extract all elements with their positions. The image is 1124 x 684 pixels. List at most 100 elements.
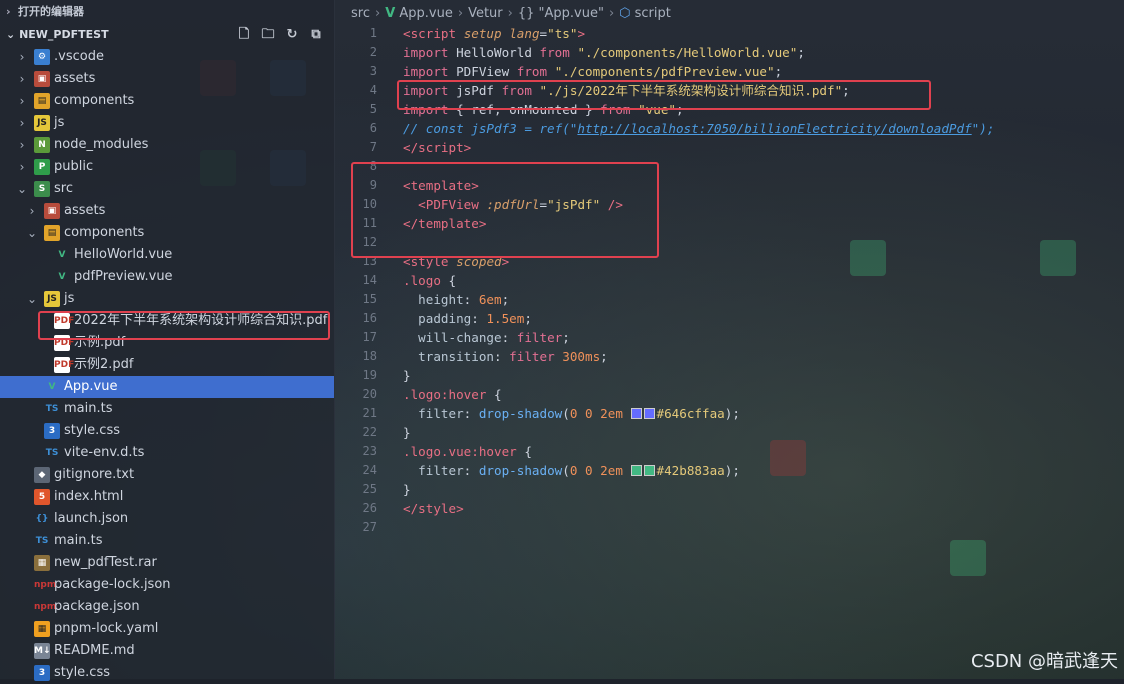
code-line[interactable]: 1 <script setup lang="ts"> [335,24,1124,43]
chevron-right-icon: › [608,6,615,21]
tree-item-label: assets [64,203,106,218]
tree-item[interactable]: ⌄ JS js [0,288,334,310]
tree-item[interactable]: ⌄ Ssrc [0,178,334,200]
tree-item[interactable]: V HelloWorld.vue [0,244,334,266]
breadcrumb-file[interactable]: App.vue [399,6,452,21]
code-line[interactable]: 8 [335,157,1124,176]
code-line[interactable]: 3 import PDFView from "./components/pdfPr… [335,62,1124,81]
code-line[interactable]: 14 .logo { [335,271,1124,290]
tree-item[interactable]: TS main.ts [0,398,334,420]
tree-item[interactable]: ◆ gitignore.txt [0,464,334,486]
git-icon: ◆ [34,467,50,483]
tree-item[interactable]: npm package-lock.json [0,574,334,596]
code-token: : [501,330,517,345]
tree-item-label: node_modules [54,137,149,152]
tree-item[interactable]: PDF 示例.pdf [0,332,334,354]
tree-item[interactable]: › JS js [0,112,334,134]
refresh-icon[interactable]: ↻ [284,27,300,43]
color-swatch-icon[interactable] [630,408,642,419]
tree-item[interactable]: {} launch.json [0,508,334,530]
tree-item[interactable]: 5 index.html [0,486,334,508]
code-line[interactable]: 11 </template> [335,214,1124,233]
code-line[interactable]: 26 </style> [335,499,1124,518]
chevron-down-icon[interactable]: ⌄ [16,178,28,200]
tree-item[interactable]: ▦ pnpm-lock.yaml [0,618,334,640]
chevron-right-icon[interactable]: › [16,68,28,90]
code-line[interactable]: 27 [335,518,1124,537]
tree-item[interactable]: TS vite-env.d.ts [0,442,334,464]
tree-item[interactable]: 3 style.css [0,662,334,684]
code-line[interactable]: 4 import jsPdf from "./js/2022年下半年系统架构设计师… [335,81,1124,100]
code-line[interactable]: 25} [335,480,1124,499]
tree-item[interactable]: PDF 2022年下半年系统架构设计师综合知识.pdf [0,310,334,332]
code-line[interactable]: 2 import HelloWorld from "./components/He… [335,43,1124,62]
chevron-right-icon[interactable]: › [16,90,28,112]
tree-item[interactable]: PDF 示例2.pdf [0,354,334,376]
breadcrumb-src[interactable]: src [351,6,370,21]
color-swatch-icon[interactable] [630,465,642,476]
line-number: 10 [362,197,377,211]
tree-item[interactable]: › ▣ assets [0,200,334,222]
tree-item[interactable]: V App.vue [0,376,334,398]
new-file-icon[interactable]: 🗋 [236,27,252,43]
tree-item[interactable]: npm package.json [0,596,334,618]
chevron-right-icon: › [507,6,513,21]
code-text: </script> [403,138,471,157]
code-token: :hover [471,444,517,459]
tree-item[interactable]: › Ppublic [0,156,334,178]
chevron-right-icon[interactable]: › [16,134,28,156]
tree-item[interactable]: › ⚙ .vscode [0,46,334,68]
code-line[interactable]: 24 filter: drop-shadow(0 0 2em #42b883aa… [335,461,1124,480]
comp-icon: ▤ [34,93,50,109]
code-area[interactable]: 1 <script setup lang="ts"> 2 import HelloWo… [335,24,1124,537]
new-folder-icon[interactable]: 🗀 [260,27,276,43]
tree-item[interactable]: 3 style.css [0,420,334,442]
breadcrumb-vetur[interactable]: Vetur [468,6,503,21]
code-line[interactable]: 17 will-change: filter; [335,328,1124,347]
code-editor[interactable]: src › V App.vue › Vetur › {} "App.vue" › ⬡ scrip… [335,0,1124,679]
code-line[interactable]: 6 // const jsPdf3 = ref("http://localhost… [335,119,1124,138]
line-number: 3 [369,64,377,78]
open-editors-header[interactable]: › 打开的编辑器 [0,0,334,24]
code-line[interactable]: 23 .logo.vue:hover { [335,442,1124,461]
code-line[interactable]: 18 transition: filter 300ms; [335,347,1124,366]
chevron-down-icon[interactable]: ⌄ [26,222,38,244]
tree-item[interactable]: › Nnode_modules [0,134,334,156]
chevron-right-icon[interactable]: › [26,200,38,222]
color-swatch-icon[interactable] [643,465,655,476]
collapse-all-icon[interactable]: ⧉ [308,27,324,43]
code-line[interactable]: 12 [335,233,1124,252]
code-line[interactable]: 21 filter: drop-shadow(0 0 2em #646cffaa… [335,404,1124,423]
project-header[interactable]: ⌄ NEW_PDFTEST 🗋 🗀 ↻ ⧉ [0,24,334,46]
code-line[interactable]: 10 <PDFView :pdfUrl="jsPdf" /> [335,195,1124,214]
tree-item[interactable]: TS main.ts [0,530,334,552]
tree-item[interactable]: M↓ README.md [0,640,334,662]
tree-item[interactable]: › ▣ assets [0,68,334,90]
breadcrumb-script[interactable]: script [635,6,671,21]
code-line[interactable]: 19} [335,366,1124,385]
code-text: <style scoped> [403,252,509,271]
tree-item[interactable]: ⌄ ▤ components [0,222,334,244]
breadcrumb-module[interactable]: {} "App.vue" [518,6,604,21]
color-swatch-icon[interactable] [643,408,655,419]
code-line[interactable]: 7 </script> [335,138,1124,157]
chevron-down-icon[interactable]: ⌄ [26,288,38,310]
tree-item[interactable]: › ▤ components [0,90,334,112]
chevron-right-icon[interactable]: › [16,112,28,134]
tree-item[interactable]: VpdfPreview.vue [0,266,334,288]
code-line[interactable]: 22} [335,423,1124,442]
tree-item[interactable]: ▦ new_pdfTest.rar [0,552,334,574]
code-line[interactable]: 20 .logo:hover { [335,385,1124,404]
chevron-right-icon[interactable]: › [16,46,28,68]
code-line[interactable]: 15 height: 6em; [335,290,1124,309]
code-line[interactable]: 9 <template> [335,176,1124,195]
code-token: PDFView [448,64,517,79]
chevron-right-icon[interactable]: › [16,156,28,178]
code-line[interactable]: 16 padding: 1.5em; [335,309,1124,328]
code-line[interactable]: 5 import { ref, onMounted } from "vue"; [335,100,1124,119]
code-token: = [539,197,548,212]
line-number: 22 [362,425,377,439]
code-line[interactable]: 13 <style scoped> [335,252,1124,271]
